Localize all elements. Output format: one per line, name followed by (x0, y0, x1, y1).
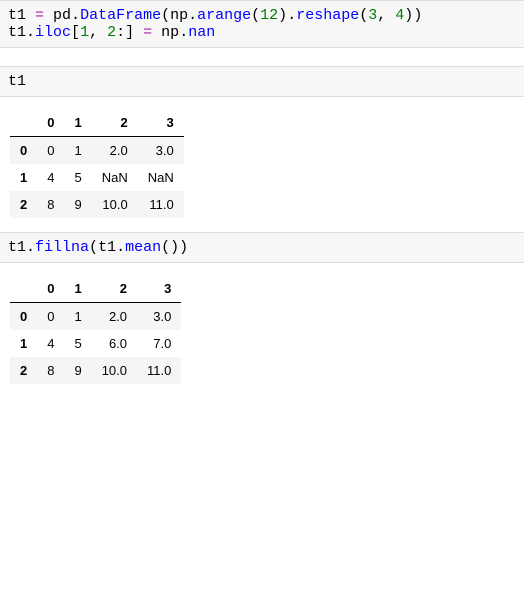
table-cell: 9 (64, 357, 91, 384)
table-cell: 11.0 (137, 357, 181, 384)
code-token: mean (125, 239, 161, 256)
table-corner (10, 275, 37, 303)
table-row-header: 1 (10, 330, 37, 357)
code-cell-1: t1 = pd.DataFrame(np.arange(12).reshape(… (0, 0, 524, 48)
table-cell: 0 (37, 137, 64, 165)
table-col-header: 3 (137, 275, 181, 303)
code-token: t1 (98, 239, 116, 256)
table-cell: 6.0 (92, 330, 137, 357)
table-cell: 10.0 (92, 191, 138, 218)
code-token: 4 (395, 7, 404, 24)
code-token (386, 7, 395, 24)
table-cell: 11.0 (138, 191, 184, 218)
code-token (98, 24, 107, 41)
code-token: . (287, 7, 296, 24)
code-token: DataFrame (80, 7, 161, 24)
table-cell: 8 (37, 191, 64, 218)
code-token: fillna (35, 239, 89, 256)
table-col-header: 3 (138, 109, 184, 137)
code-token: 3 (368, 7, 377, 24)
table-cell: 3.0 (137, 303, 181, 331)
code-token: 1 (80, 24, 89, 41)
code-token: . (26, 239, 35, 256)
code-token: pd (53, 7, 71, 24)
table-cell: 2.0 (92, 137, 138, 165)
table-cell: 4 (37, 164, 64, 191)
table-row: 0 0 1 2.0 3.0 (10, 303, 181, 331)
code-token: , (89, 24, 98, 41)
code-token: nan (188, 24, 215, 41)
code-token: ( (89, 239, 98, 256)
code-token: t1 (8, 24, 26, 41)
code-token: . (26, 24, 35, 41)
code-token: 2 (107, 24, 116, 41)
table-cell: 0 (37, 303, 64, 331)
table-cell: 5 (64, 330, 91, 357)
table-row: 2 8 9 10.0 11.0 (10, 191, 184, 218)
table-col-header: 0 (37, 275, 64, 303)
table-col-header: 2 (92, 275, 137, 303)
dataframe-table-1: 0 1 2 3 0 0 1 2.0 3.0 1 4 5 NaN NaN 2 8 … (10, 109, 184, 218)
code-token: t1 (8, 73, 26, 90)
table-cell: NaN (138, 164, 184, 191)
table-cell: 8 (37, 357, 64, 384)
code-token: np (161, 24, 179, 41)
code-token: ) (278, 7, 287, 24)
code-token: arange (197, 7, 251, 24)
dataframe-table-2: 0 1 2 3 0 0 1 2.0 3.0 1 4 5 6.0 7.0 2 8 … (10, 275, 181, 384)
table-col-header: 1 (64, 275, 91, 303)
output-area-2: 0 1 2 3 0 0 1 2.0 3.0 1 4 5 6.0 7.0 2 8 … (0, 263, 524, 398)
code-token: ) (179, 239, 188, 256)
code-token: t1 (8, 7, 26, 24)
code-token: iloc (35, 24, 71, 41)
table-row: 0 0 1 2.0 3.0 (10, 137, 184, 165)
table-row: 1 4 5 NaN NaN (10, 164, 184, 191)
table-cell: 7.0 (137, 330, 181, 357)
code-token: ) (404, 7, 413, 24)
code-token: ) (413, 7, 422, 24)
code-token: ] (125, 24, 134, 41)
table-cell: NaN (92, 164, 138, 191)
table-row: 1 4 5 6.0 7.0 (10, 330, 181, 357)
table-cell: 4 (37, 330, 64, 357)
code-token: ) (170, 239, 179, 256)
table-row-header: 2 (10, 191, 37, 218)
code-token: ( (359, 7, 368, 24)
code-token: = (26, 7, 53, 24)
code-cell-2: t1 (0, 66, 524, 97)
table-row-header: 0 (10, 137, 37, 165)
table-cell: 1 (64, 303, 91, 331)
code-token: = (134, 24, 161, 41)
table-row: 2 8 9 10.0 11.0 (10, 357, 181, 384)
code-token: reshape (296, 7, 359, 24)
table-row-header: 1 (10, 164, 37, 191)
table-cell: 5 (64, 164, 91, 191)
code-cell-3: t1.fillna(t1.mean()) (0, 232, 524, 263)
code-token: np (170, 7, 188, 24)
output-area-1: 0 1 2 3 0 0 1 2.0 3.0 1 4 5 NaN NaN 2 8 … (0, 97, 524, 232)
code-token: . (179, 24, 188, 41)
code-token: [ (71, 24, 80, 41)
table-row-header: 2 (10, 357, 37, 384)
code-token: t1 (8, 239, 26, 256)
code-token: . (116, 239, 125, 256)
table-cell: 2.0 (92, 303, 137, 331)
code-token: ( (161, 7, 170, 24)
code-token: . (71, 7, 80, 24)
table-col-header: 0 (37, 109, 64, 137)
code-token: : (116, 24, 125, 41)
table-cell: 3.0 (138, 137, 184, 165)
code-token: 12 (260, 7, 278, 24)
table-col-header: 2 (92, 109, 138, 137)
table-row-header: 0 (10, 303, 37, 331)
code-token: . (188, 7, 197, 24)
table-cell: 9 (64, 191, 91, 218)
code-token: ( (161, 239, 170, 256)
table-cell: 10.0 (92, 357, 137, 384)
table-cell: 1 (64, 137, 91, 165)
code-token: ( (251, 7, 260, 24)
code-token: , (377, 7, 386, 24)
table-corner (10, 109, 37, 137)
table-col-header: 1 (64, 109, 91, 137)
